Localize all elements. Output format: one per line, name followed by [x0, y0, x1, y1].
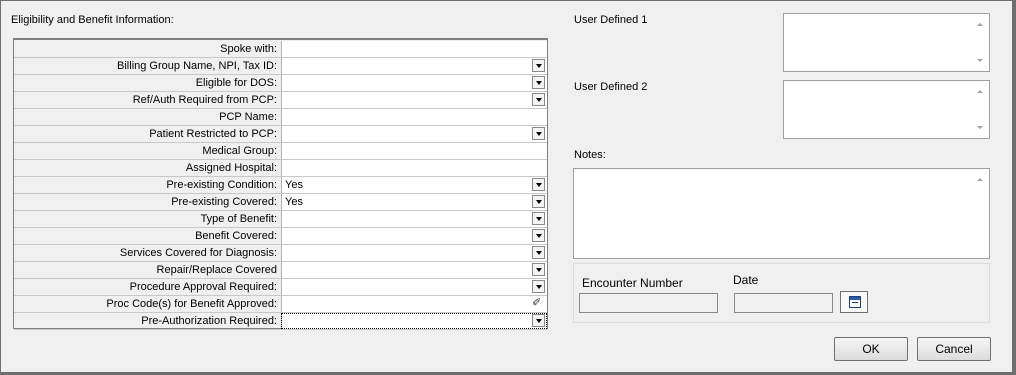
grid-row: Billing Group Name, NPI, Tax ID: [14, 58, 547, 75]
grid-row: Proc Code(s) for Benefit Approved: ✐ [14, 296, 547, 313]
dropdown-field[interactable] [281, 126, 547, 142]
grid-row: Pre-existing Covered: Yes [14, 194, 547, 211]
notes-label: Notes: [574, 149, 606, 161]
dropdown-field[interactable]: Yes [281, 177, 547, 193]
dropdown-field[interactable]: Yes [281, 194, 547, 210]
chevron-down-icon[interactable] [532, 178, 545, 191]
chevron-down-icon[interactable] [532, 76, 545, 89]
field-label: Ref/Auth Required from PCP: [132, 94, 277, 106]
text-field[interactable] [281, 109, 547, 125]
grid-row: Services Covered for Diagnosis: [14, 245, 547, 262]
text-field[interactable] [281, 160, 547, 176]
dropdown-field[interactable] [281, 313, 547, 329]
section-title: Eligibility and Benefit Information: [11, 14, 174, 26]
field-label: PCP Name: [219, 111, 277, 123]
chevron-down-icon[interactable] [532, 59, 545, 72]
scroll-up-icon[interactable] [977, 23, 983, 26]
grid-row: Assigned Hospital: [14, 160, 547, 177]
scroll-up-icon[interactable] [977, 90, 983, 93]
field-value: Yes [285, 196, 303, 208]
calendar-icon [849, 296, 861, 308]
field-label: Procedure Approval Required: [129, 281, 277, 293]
encounter-number-label: Encounter Number [582, 276, 683, 290]
dialog-window: Eligibility and Benefit Information: Spo… [0, 0, 1016, 375]
user-defined-2-label: User Defined 2 [574, 81, 648, 93]
field-label: Pre-Authorization Required: [141, 315, 277, 327]
scroll-down-icon[interactable] [977, 59, 983, 62]
grid-row: Spoke with: [14, 41, 547, 58]
field-label: Billing Group Name, NPI, Tax ID: [117, 60, 277, 72]
eligibility-grid: Spoke with: Billing Group Name, NPI, Tax … [13, 38, 548, 330]
user-defined-1-field[interactable] [783, 13, 990, 72]
grid-row: Pre-existing Condition: Yes [14, 177, 547, 194]
date-label: Date [733, 273, 759, 287]
calendar-button[interactable] [840, 291, 868, 313]
grid-row: Repair/Replace Covered [14, 262, 547, 279]
user-defined-1-label: User Defined 1 [574, 14, 648, 26]
chevron-down-icon[interactable] [532, 280, 545, 293]
dropdown-field[interactable] [281, 245, 547, 261]
scroll-up-icon[interactable] [977, 178, 983, 181]
grid-row: Patient Restricted to PCP: [14, 126, 547, 143]
field-label: Type of Benefit: [200, 213, 277, 225]
field-label: Services Covered for Diagnosis: [119, 247, 277, 259]
dropdown-field[interactable] [281, 92, 547, 108]
cancel-button[interactable]: Cancel [917, 337, 991, 361]
chevron-down-icon[interactable] [532, 93, 545, 106]
user-defined-2-field[interactable] [783, 80, 990, 139]
dropdown-field[interactable] [281, 228, 547, 244]
dropdown-field[interactable] [281, 58, 547, 74]
user-defined-2-scrollbar[interactable] [972, 81, 989, 138]
picker-field[interactable]: ✐ [281, 296, 547, 312]
field-label: Proc Code(s) for Benefit Approved: [106, 298, 277, 310]
chevron-down-icon[interactable] [532, 314, 545, 327]
text-field[interactable] [281, 41, 547, 57]
encounter-number-field[interactable] [579, 293, 718, 313]
field-label: Patient Restricted to PCP: [149, 128, 277, 140]
dropdown-field[interactable] [281, 262, 547, 278]
grid-row: PCP Name: [14, 109, 547, 126]
grid-row: Type of Benefit: [14, 211, 547, 228]
chevron-down-icon[interactable] [532, 263, 545, 276]
field-value: Yes [285, 179, 303, 191]
field-label: Medical Group: [202, 145, 277, 157]
field-label: Assigned Hospital: [185, 162, 277, 174]
field-label: Pre-existing Condition: [166, 179, 277, 191]
dropdown-field[interactable] [281, 279, 547, 295]
dropdown-field[interactable] [281, 75, 547, 91]
grid-row: Ref/Auth Required from PCP: [14, 92, 547, 109]
encounter-panel: Encounter Number Date [573, 263, 990, 323]
chevron-down-icon[interactable] [532, 246, 545, 259]
chevron-down-icon[interactable] [532, 195, 545, 208]
scroll-down-icon[interactable] [977, 126, 983, 129]
grid-row: Pre-Authorization Required: [14, 313, 547, 330]
user-defined-1-scrollbar[interactable] [972, 14, 989, 71]
chevron-down-icon[interactable] [532, 212, 545, 225]
grid-row: Eligible for DOS: [14, 75, 547, 92]
text-field[interactable] [281, 143, 547, 159]
chevron-down-icon[interactable] [532, 127, 545, 140]
grid-row: Procedure Approval Required: [14, 279, 547, 296]
notes-field[interactable] [573, 168, 990, 259]
field-label: Pre-existing Covered: [171, 196, 277, 208]
grid-row: Medical Group: [14, 143, 547, 160]
field-label: Benefit Covered: [195, 230, 277, 242]
eyedropper-icon[interactable]: ✐ [532, 297, 544, 310]
ok-button[interactable]: OK [834, 337, 908, 361]
field-label: Spoke with: [220, 43, 277, 55]
field-label: Repair/Replace Covered [156, 264, 277, 276]
grid-row: Benefit Covered: [14, 228, 547, 245]
chevron-down-icon[interactable] [532, 229, 545, 242]
notes-scrollbar[interactable] [972, 169, 989, 258]
dropdown-field[interactable] [281, 211, 547, 227]
date-field[interactable] [734, 293, 833, 313]
field-label: Eligible for DOS: [195, 77, 277, 89]
